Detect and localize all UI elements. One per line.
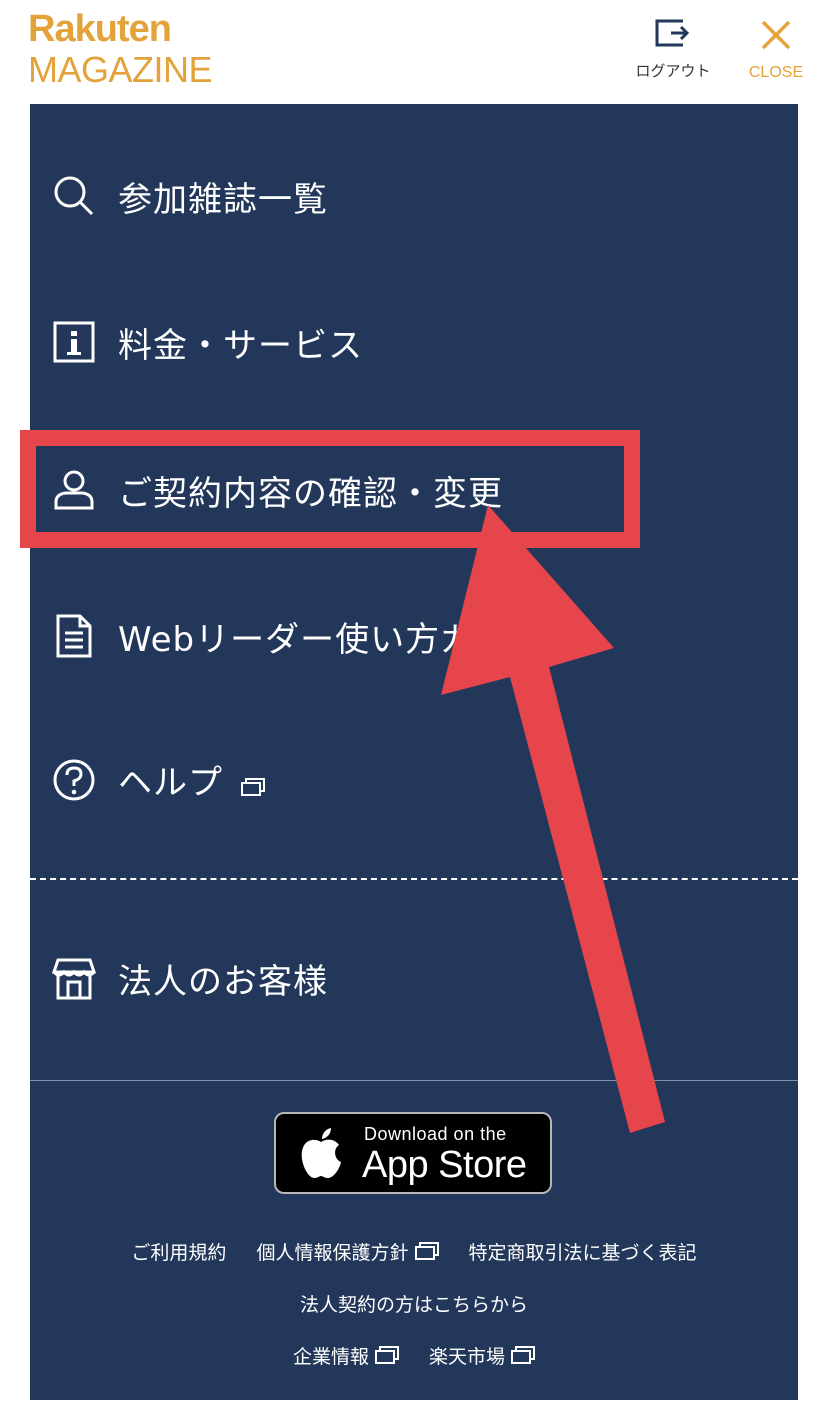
menu-item-label: 参加雑誌一覧 (118, 179, 328, 220)
menu-item-label: Webリーダー使い方ガ (118, 619, 476, 660)
footer-divider (30, 1080, 798, 1081)
close-button[interactable]: CLOSE (740, 18, 812, 82)
help-label-text: ヘルプ (118, 763, 223, 804)
rakuten-magazine-logo[interactable]: Rakuten MAGAZINE (28, 8, 213, 90)
menu-item-pricing[interactable]: 料金・サービス (30, 312, 798, 372)
store-icon (50, 954, 98, 1002)
external-link-icon (511, 1346, 536, 1369)
nav-drawer: 参加雑誌一覧 料金・サービス ご契約内容の確認・変更 Webリーダー使い方ガ ヘ… (30, 104, 798, 1400)
info-icon (50, 318, 98, 366)
footer-link-terms[interactable]: ご利用規約 (131, 1238, 226, 1265)
external-link-icon (241, 765, 265, 805)
logout-label: ログアウト (635, 62, 711, 80)
footer-link-company[interactable]: 企業情報 (293, 1342, 399, 1369)
menu-item-web-reader-guide[interactable]: Webリーダー使い方ガ (30, 606, 798, 666)
footer-link-ichiba[interactable]: 楽天市場 (429, 1342, 536, 1369)
close-icon (761, 20, 791, 50)
menu-divider-dashed (30, 878, 798, 880)
external-link-icon (414, 1242, 439, 1265)
header: Rakuten MAGAZINE ログアウト CLOSE (0, 0, 828, 104)
apple-icon (296, 1126, 346, 1186)
menu-item-corporate[interactable]: 法人のお客様 (30, 948, 798, 1008)
menu-item-help[interactable]: ヘルプ (30, 750, 798, 810)
footer-links-row-3: 企業情報 楽天市場 (30, 1342, 798, 1369)
logo-magazine: MAGAZINE (28, 49, 213, 90)
footer-link-privacy-text: 個人情報保護方針 (256, 1242, 409, 1264)
footer-link-company-text: 企業情報 (292, 1346, 369, 1368)
footer-links-row-1: ご利用規約 個人情報保護方針 特定商取引法に基づく表記 (30, 1238, 798, 1265)
footer-link-corporate-contract[interactable]: 法人契約の方はこちらから (300, 1290, 528, 1317)
external-link-icon (374, 1346, 399, 1369)
footer-link-privacy[interactable]: 個人情報保護方針 (256, 1238, 439, 1265)
annotation-highlight-box (20, 430, 640, 548)
menu-item-magazine-list[interactable]: 参加雑誌一覧 (30, 166, 798, 226)
footer-link-ichiba-text: 楽天市場 (429, 1346, 506, 1368)
help-icon (50, 756, 98, 804)
logout-icon (655, 19, 690, 47)
logo-rakuten: Rakuten (28, 8, 172, 50)
document-icon (50, 612, 98, 660)
app-store-small-text: Download on the (364, 1124, 507, 1144)
close-label: CLOSE (748, 64, 804, 81)
logout-button[interactable]: ログアウト (628, 18, 718, 81)
menu-item-label: 料金・サービス (118, 325, 363, 366)
footer-links-row-2: 法人契約の方はこちらから (30, 1290, 798, 1317)
app-store-badge[interactable]: Download on the App Store (274, 1112, 552, 1194)
menu-item-label: 法人のお客様 (118, 961, 328, 1002)
menu-item-label: ヘルプ (118, 755, 265, 805)
search-icon (50, 172, 98, 220)
footer-link-commerce[interactable]: 特定商取引法に基づく表記 (469, 1238, 697, 1265)
app-store-big-text: App Store (362, 1144, 527, 1186)
